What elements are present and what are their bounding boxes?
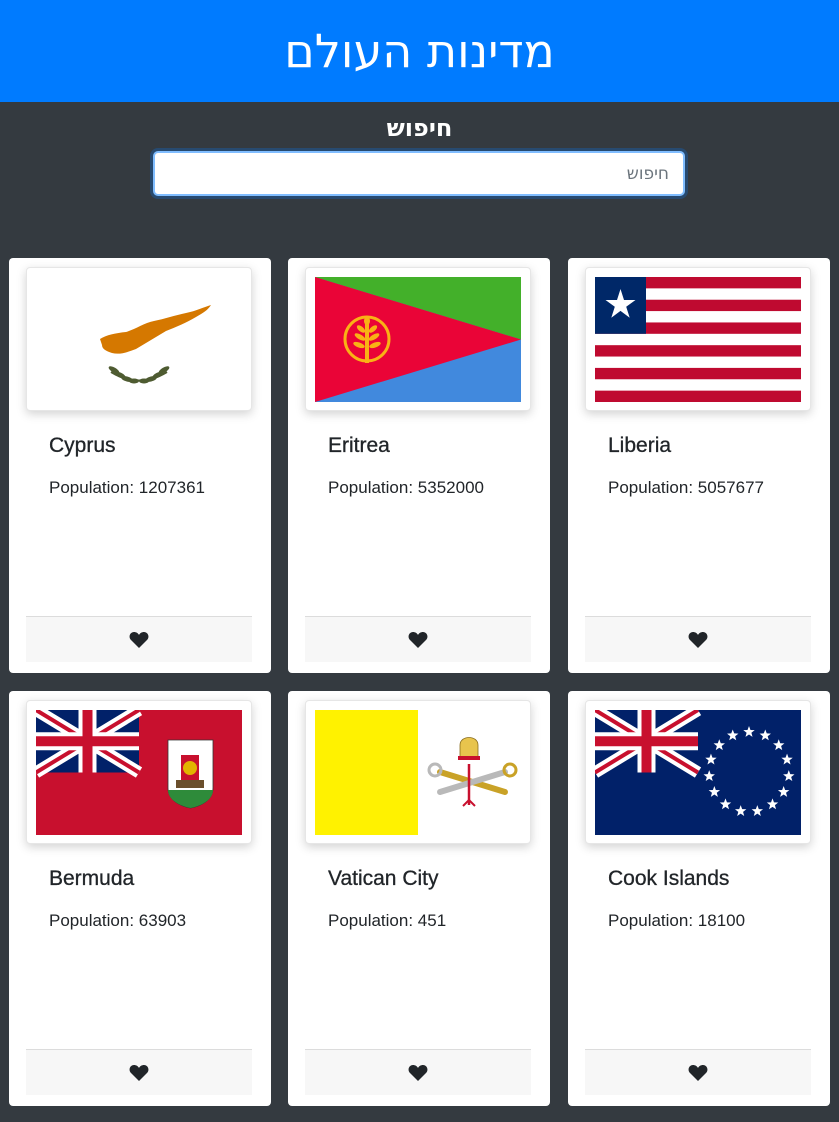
eritrea-flag-icon — [315, 276, 521, 402]
favorite-button[interactable] — [305, 1049, 531, 1095]
flag-image — [305, 700, 531, 844]
heart-icon — [129, 1064, 149, 1081]
bermuda-flag-icon — [36, 709, 242, 835]
heart-icon — [688, 631, 708, 648]
country-card-cyprus: Cyprus Population: 1207361 — [9, 258, 271, 673]
heart-icon — [408, 1064, 428, 1081]
favorite-button[interactable] — [26, 1049, 252, 1095]
page-title: מדינות העולם — [284, 24, 555, 78]
country-card-liberia: Liberia Population: 5057677 — [568, 258, 830, 673]
country-name: Cook Islands — [608, 867, 730, 890]
search-label: חיפוש — [386, 114, 453, 142]
population-label: Population: — [608, 478, 698, 497]
heart-icon — [408, 631, 428, 648]
country-card-eritrea: Eritrea Population: 5352000 — [288, 258, 550, 673]
vatican-flag-icon — [315, 709, 521, 835]
population-label: Population: — [328, 911, 418, 930]
population-label: Population: — [328, 478, 418, 497]
liberia-flag-icon — [595, 276, 801, 402]
population-value: 5057677 — [697, 478, 764, 497]
country-population: Population: 5352000 — [328, 478, 484, 498]
population-label: Population: — [49, 478, 139, 497]
country-card-vatican-city: Vatican City Population: 451 — [288, 691, 550, 1106]
country-name: Liberia — [608, 434, 672, 457]
cyprus-flag-icon — [36, 276, 242, 402]
population-value: 63903 — [138, 911, 187, 930]
population-value: 5352000 — [417, 478, 484, 497]
favorite-button[interactable] — [305, 616, 531, 662]
population-value: 1207361 — [138, 478, 205, 497]
flag-image — [26, 267, 252, 411]
population-label: Population: — [49, 911, 139, 930]
country-name: Bermuda — [49, 867, 135, 890]
app-header: מדינות העולם — [0, 0, 839, 102]
cook-islands-flag-icon — [595, 709, 801, 835]
favorite-button[interactable] — [585, 616, 811, 662]
population-value: 451 — [417, 911, 447, 930]
country-population: Population: 18100 — [608, 911, 745, 931]
country-population: Population: 5057677 — [608, 478, 764, 498]
flag-image — [585, 267, 811, 411]
population-label: Population: — [608, 911, 698, 930]
flag-image — [585, 700, 811, 844]
country-card-cook-islands: Cook Islands Population: 18100 — [568, 691, 830, 1106]
country-population: Population: 1207361 — [49, 478, 205, 498]
country-name: Eritrea — [328, 434, 390, 457]
favorite-button[interactable] — [585, 1049, 811, 1095]
country-population: Population: 451 — [328, 911, 446, 931]
heart-icon — [129, 631, 149, 648]
country-population: Population: 63903 — [49, 911, 186, 931]
favorite-button[interactable] — [26, 616, 252, 662]
search-input[interactable] — [153, 151, 685, 196]
country-card-bermuda: Bermuda Population: 63903 — [9, 691, 271, 1106]
flag-image — [305, 267, 531, 411]
population-value: 18100 — [697, 911, 746, 930]
country-name: Vatican City — [328, 867, 439, 890]
country-name: Cyprus — [49, 434, 116, 457]
heart-icon — [688, 1064, 708, 1081]
flag-image — [26, 700, 252, 844]
